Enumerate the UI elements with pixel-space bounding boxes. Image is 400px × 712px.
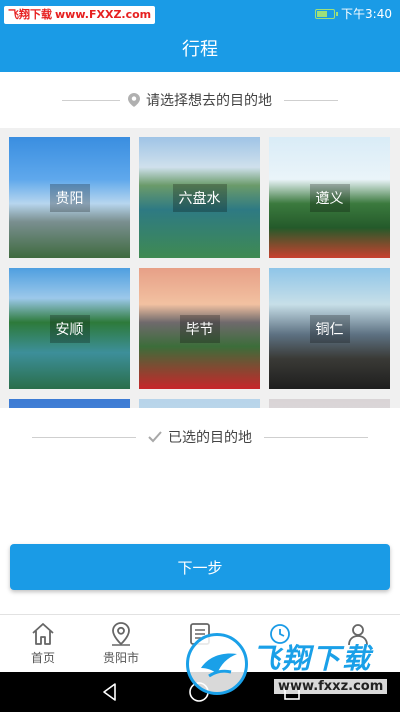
- check-icon: [148, 431, 162, 443]
- watermark-logo-text: 飞翔下载: [252, 642, 373, 675]
- destination-prompt-header: 请选择想去的目的地: [0, 88, 400, 112]
- destination-prompt-text: 请选择想去的目的地: [146, 93, 272, 109]
- city-tile-liupanshui[interactable]: 六盘水: [139, 137, 260, 258]
- tab-city[interactable]: 贵阳市: [81, 615, 161, 673]
- back-icon[interactable]: [100, 682, 120, 702]
- watermark-logo: 飞翔下载 www.fxxz.com: [186, 633, 400, 705]
- divider-right: [264, 437, 368, 438]
- city-grid: 贵阳 六盘水 遵义 安顺 毕节 铜仁: [0, 128, 400, 408]
- bird-icon: [201, 653, 237, 678]
- city-tile-partial[interactable]: [9, 399, 130, 408]
- city-tile-tongren[interactable]: 铜仁: [269, 268, 390, 389]
- city-tile-partial[interactable]: [269, 399, 390, 408]
- status-time: 下午3:40: [341, 7, 392, 21]
- divider-right: [284, 100, 338, 101]
- selected-destinations-label: 已选的目的地: [140, 427, 260, 447]
- location-icon: [112, 622, 130, 646]
- city-name: 安顺: [49, 314, 90, 343]
- battery-icon: [315, 9, 339, 19]
- city-tile-guiyang[interactable]: 贵阳: [9, 137, 130, 258]
- status-indicators: 下午3:40: [315, 6, 392, 22]
- destination-prompt: 请选择想去的目的地: [120, 90, 280, 110]
- city-name: 铜仁: [309, 314, 350, 343]
- watermark-url: www.FXXZ.com: [55, 8, 152, 21]
- next-step-button[interactable]: 下一步: [10, 544, 390, 590]
- city-name: 毕节: [179, 314, 220, 343]
- page-title: 行程: [0, 28, 400, 72]
- city-tile-partial[interactable]: [139, 399, 260, 408]
- city-tile-bijie[interactable]: 毕节: [139, 268, 260, 389]
- watermark-logo-url: www.fxxz.com: [274, 679, 388, 694]
- tab-city-label: 贵阳市: [102, 651, 139, 665]
- city-name: 贵阳: [49, 183, 90, 212]
- selected-destinations-header: 已选的目的地: [0, 425, 400, 449]
- home-icon: [32, 623, 54, 645]
- tab-home[interactable]: 首页: [3, 615, 83, 673]
- selected-destinations-text: 已选的目的地: [168, 430, 252, 446]
- city-tile-anshun[interactable]: 安顺: [9, 268, 130, 389]
- status-bar: 飞翔下载 www.FXXZ.com 下午3:40: [0, 0, 400, 28]
- tab-home-label: 首页: [30, 651, 55, 665]
- city-tile-zunyi[interactable]: 遵义: [269, 137, 390, 258]
- watermark-emblem: [186, 633, 248, 695]
- city-name: 六盘水: [172, 183, 227, 212]
- map-pin-icon: [128, 93, 140, 107]
- city-name: 遵义: [309, 183, 350, 212]
- watermark-name: 飞翔下载: [8, 8, 52, 21]
- divider-left: [32, 437, 136, 438]
- watermark-label: 飞翔下载 www.FXXZ.com: [4, 6, 156, 24]
